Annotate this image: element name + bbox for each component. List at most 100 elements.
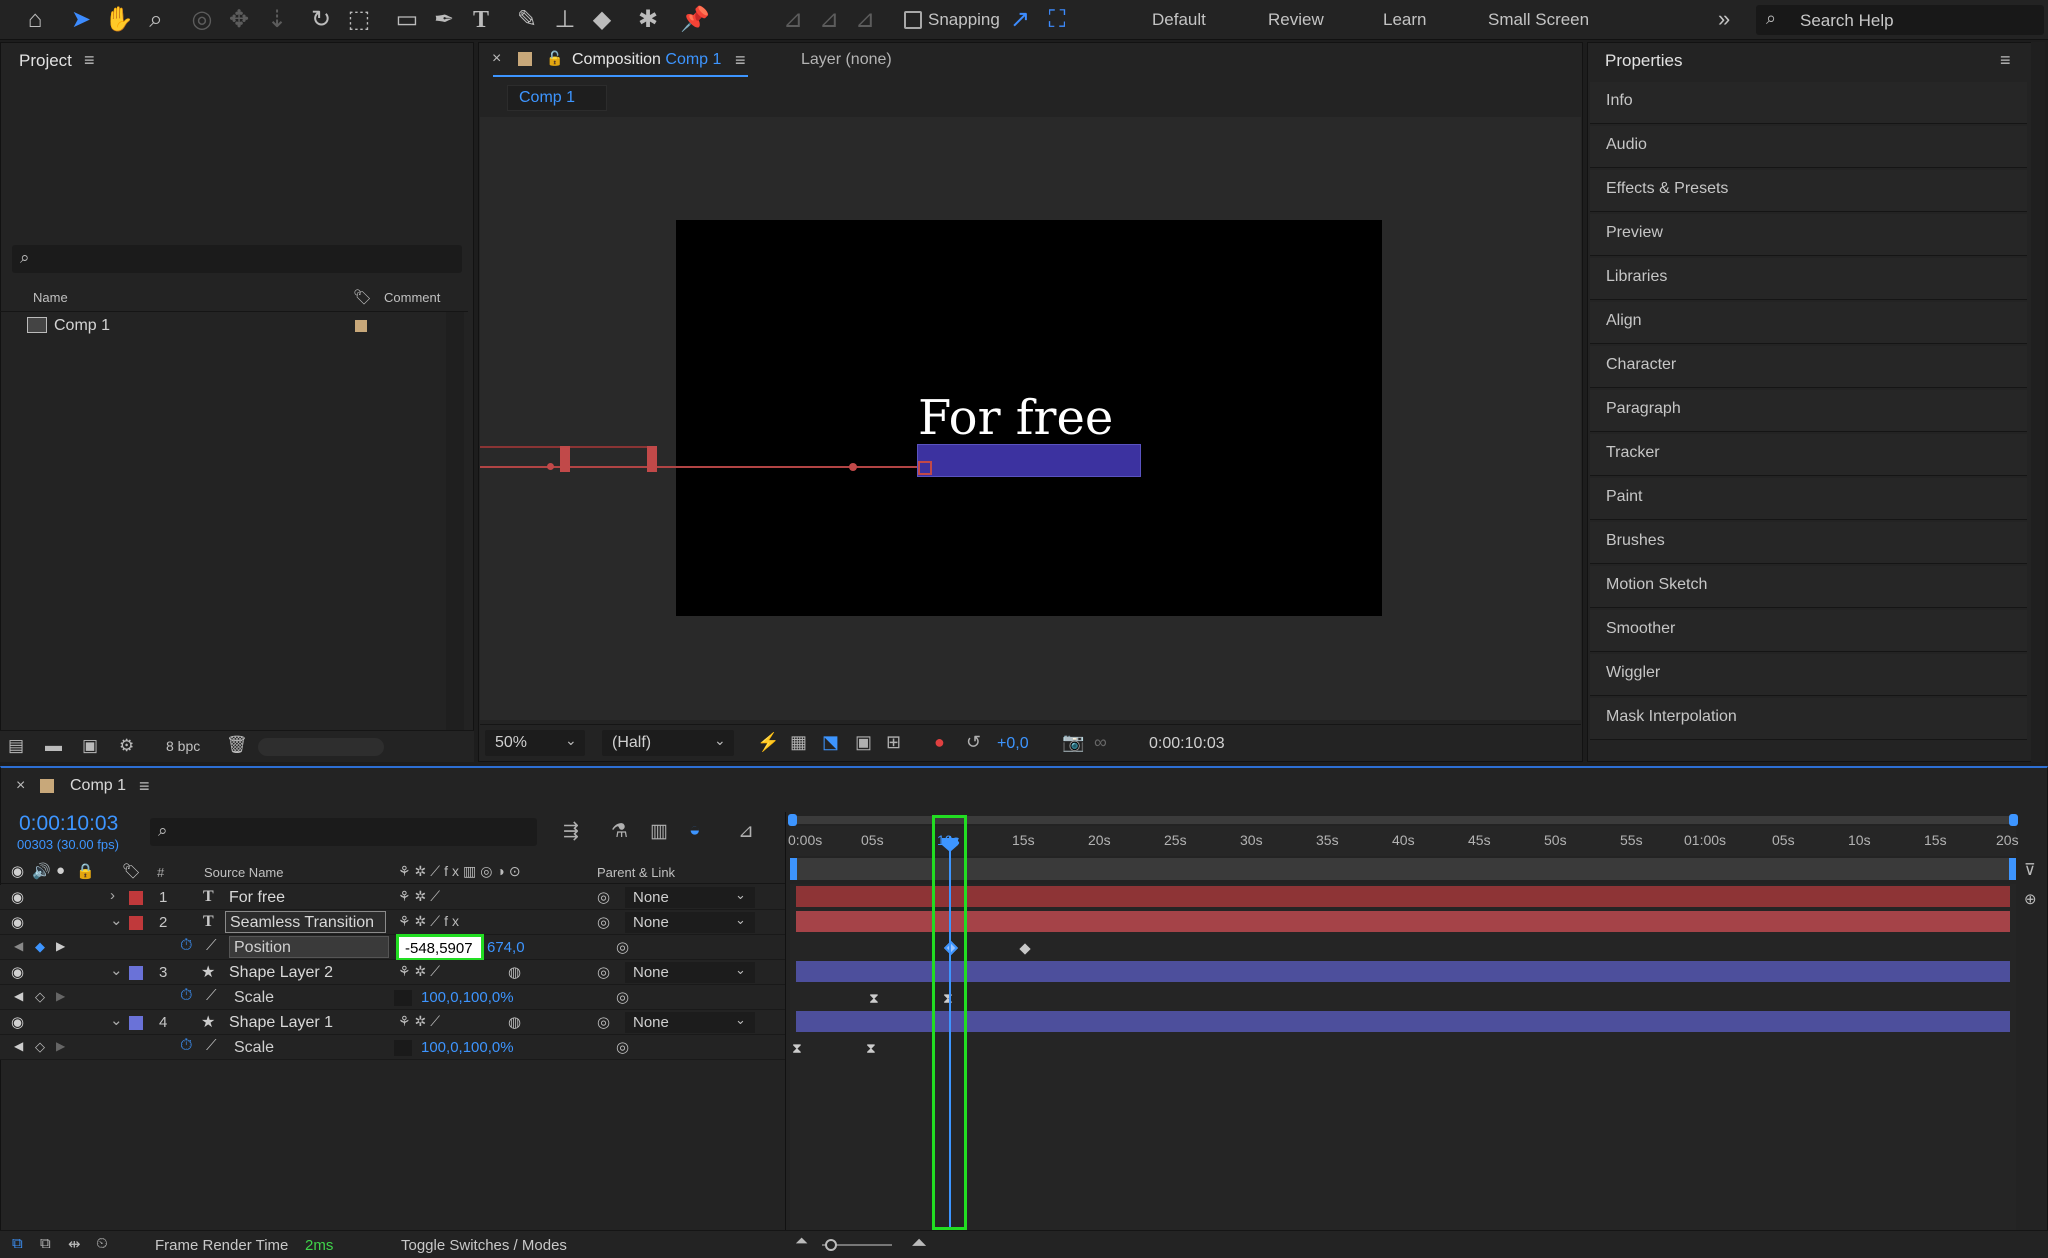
- parent-dropdown[interactable]: None ⌄: [625, 1012, 755, 1033]
- properties-scrollbar[interactable]: [2031, 42, 2045, 762]
- orbit-camera-icon[interactable]: ◎: [187, 5, 217, 35]
- motion-blur-icon[interactable]: ◒: [689, 820, 700, 842]
- world-axis-icon[interactable]: ⊿: [814, 5, 844, 35]
- mask-visibility-icon[interactable]: ⬔: [822, 732, 839, 753]
- properties-item-wiggler[interactable]: Wiggler: [1590, 654, 2027, 696]
- column-parent-link[interactable]: Parent & Link: [597, 865, 675, 880]
- type-tool-icon[interactable]: T: [466, 5, 496, 35]
- properties-item-brushes[interactable]: Brushes: [1590, 522, 2027, 564]
- audio-icon[interactable]: 🔊: [32, 862, 51, 880]
- motion-blur-switch-icon[interactable]: ◍: [508, 963, 521, 981]
- scale-keyframe-hold[interactable]: ⧗: [866, 1040, 876, 1057]
- properties-item-audio[interactable]: Audio: [1590, 126, 2027, 168]
- workspace-small-screen[interactable]: Small Screen: [1488, 10, 1589, 30]
- anchor-point[interactable]: [918, 461, 932, 475]
- layer-name[interactable]: Shape Layer 2: [229, 964, 333, 982]
- prev-keyframe-icon[interactable]: ◀: [14, 939, 23, 953]
- properties-item-preview[interactable]: Preview: [1590, 214, 2027, 256]
- roto-brush-icon[interactable]: ✱: [633, 5, 663, 35]
- next-keyframe-icon[interactable]: ▶: [56, 989, 65, 1003]
- workspace-learn[interactable]: Learn: [1383, 10, 1426, 30]
- position-y-value[interactable]: 674,0: [487, 939, 525, 956]
- pen-tool-icon[interactable]: ✒: [429, 5, 459, 35]
- navigator-start-handle[interactable]: [788, 814, 797, 826]
- project-scrollbar[interactable]: [446, 312, 464, 730]
- pickwhip-icon[interactable]: ◎: [597, 963, 610, 981]
- in-out-toggle-icon[interactable]: ⇹: [68, 1235, 81, 1253]
- properties-item-tracker[interactable]: Tracker: [1590, 434, 2027, 476]
- pickwhip-icon[interactable]: ◎: [597, 888, 610, 906]
- pan-camera-icon[interactable]: ✥: [224, 5, 254, 35]
- layer-bar-1[interactable]: [796, 886, 2010, 907]
- properties-item-mask-interpolation[interactable]: Mask Interpolation: [1590, 698, 2027, 740]
- comp-button-icon[interactable]: ⊕: [2024, 890, 2037, 908]
- project-item-row[interactable]: Comp 1 ⊞: [0, 312, 468, 340]
- eye-icon[interactable]: ◉: [11, 963, 24, 981]
- timeline-timecode[interactable]: 0:00:10:03: [19, 812, 118, 836]
- graph-icon[interactable]: ⟋: [206, 987, 217, 1004]
- motion-blur-switch-icon[interactable]: ◍: [508, 1013, 521, 1031]
- view-axis-icon[interactable]: ⊿: [850, 5, 880, 35]
- work-area-start[interactable]: [790, 858, 797, 880]
- eye-icon[interactable]: ◉: [11, 1013, 24, 1031]
- pickwhip-icon[interactable]: ◎: [597, 1013, 610, 1031]
- properties-item-align[interactable]: Align: [1590, 302, 2027, 344]
- stopwatch-icon[interactable]: ⏱: [180, 937, 192, 955]
- properties-item-info[interactable]: Info: [1590, 82, 2027, 124]
- position-x-input[interactable]: -548,5907: [396, 934, 484, 961]
- thumbnail-slider[interactable]: [258, 738, 384, 756]
- prev-keyframe-icon[interactable]: ◀: [14, 1039, 23, 1053]
- graph-icon[interactable]: ⟋: [206, 1037, 217, 1054]
- layer-label-swatch[interactable]: [129, 891, 143, 905]
- collapse-chevron-icon[interactable]: ⌄: [110, 961, 123, 979]
- properties-item-motion-sketch[interactable]: Motion Sketch: [1590, 566, 2027, 608]
- close-tab-icon[interactable]: ×: [16, 777, 25, 795]
- show-snapshot-icon[interactable]: ∞: [1094, 732, 1107, 753]
- home-icon[interactable]: ⌂: [20, 5, 50, 35]
- column-number[interactable]: #: [157, 865, 164, 880]
- snap-features-icon[interactable]: ⛶: [1042, 5, 1072, 35]
- comp-marker-icon[interactable]: ⊽: [2024, 860, 2036, 880]
- navigator-end-handle[interactable]: [2009, 814, 2018, 826]
- layer-bar-4[interactable]: [796, 1011, 2010, 1032]
- workspace-default[interactable]: Default: [1152, 10, 1206, 30]
- track-area[interactable]: [790, 884, 2016, 1230]
- layer-switches[interactable]: ⚘✲⟋: [398, 888, 444, 905]
- properties-item-libraries[interactable]: Libraries: [1590, 258, 2027, 300]
- brush-tool-icon[interactable]: ✎: [512, 5, 542, 35]
- color-settings-icon[interactable]: ⚙: [119, 736, 134, 756]
- properties-menu-icon[interactable]: ≡: [2000, 50, 2011, 71]
- exposure-value[interactable]: +0,0: [997, 735, 1029, 753]
- timeline-menu-icon[interactable]: ≡: [139, 776, 150, 797]
- pickwhip-icon[interactable]: ◎: [616, 1038, 629, 1056]
- layer-switches[interactable]: ⚘✲⟋fx: [398, 913, 463, 930]
- eye-icon[interactable]: ◉: [11, 862, 24, 880]
- chevrons-right-icon[interactable]: »: [1718, 6, 1730, 32]
- column-name[interactable]: Name: [33, 290, 68, 305]
- layer-label-swatch[interactable]: [129, 1016, 143, 1030]
- work-area-end[interactable]: [2009, 858, 2016, 880]
- scale-property-row-layer-4[interactable]: ◀ ◇ ▶ ⏱ ⟋ Scale 100,0,100,0% ◎: [0, 1035, 786, 1060]
- frame-blending-icon[interactable]: ▥: [650, 820, 668, 843]
- add-keyframe-icon[interactable]: ◇: [35, 1039, 45, 1055]
- resolution-dropdown[interactable]: (Half) ⌄: [602, 730, 734, 756]
- transfer-controls-toggle-icon[interactable]: ⧉: [40, 1235, 51, 1252]
- project-search-input[interactable]: ⌕: [12, 245, 462, 273]
- eye-icon[interactable]: ◉: [11, 888, 24, 906]
- text-layer-for-free[interactable]: For free: [918, 390, 1113, 446]
- eraser-tool-icon[interactable]: ◆: [587, 5, 617, 35]
- layer-name[interactable]: Shape Layer 1: [229, 1014, 333, 1032]
- properties-item-paint[interactable]: Paint: [1590, 478, 2027, 520]
- solo-icon[interactable]: ●: [56, 862, 65, 879]
- column-comment[interactable]: Comment: [384, 290, 440, 305]
- layer-label-swatch[interactable]: [129, 916, 143, 930]
- comp-mini-flowchart-icon[interactable]: ⇶: [563, 820, 579, 843]
- properties-panel-title[interactable]: Properties: [1605, 51, 1682, 71]
- scale-keyframe-hold[interactable]: ⧗: [792, 1040, 802, 1057]
- layer-name[interactable]: For free: [229, 889, 285, 907]
- next-keyframe-icon[interactable]: ▶: [56, 939, 65, 953]
- layer-row-4[interactable]: ◉ ⌄ 4 ★ Shape Layer 1 ⚘✲⟋ ◍ ◎ None ⌄: [0, 1010, 786, 1035]
- stopwatch-icon[interactable]: ⏱: [180, 987, 192, 1005]
- properties-item-character[interactable]: Character: [1590, 346, 2027, 388]
- comp-breadcrumb[interactable]: Comp 1: [507, 85, 607, 111]
